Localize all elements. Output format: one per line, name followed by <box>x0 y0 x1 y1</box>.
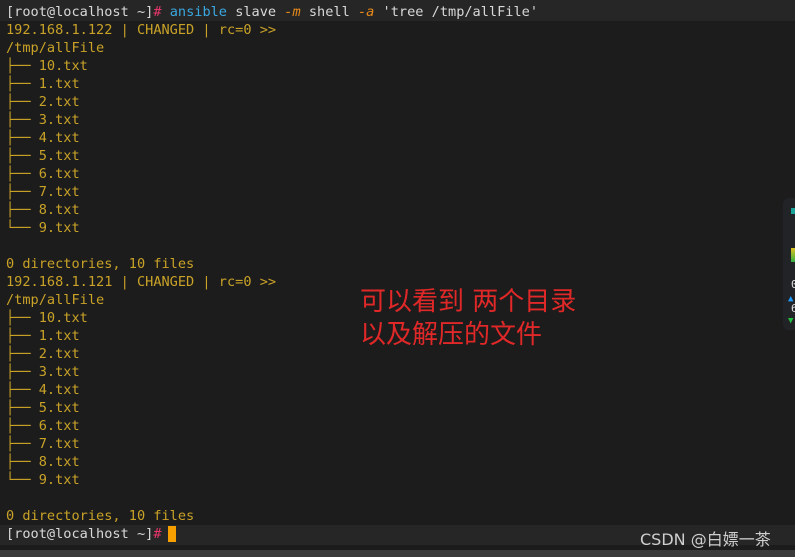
command-flag: -m <box>284 4 301 20</box>
annotation-line: 可以看到 两个目录 <box>360 287 577 317</box>
prompt-symbol: # <box>153 4 162 20</box>
tree-summary: 0 directories, 10 files <box>6 256 195 272</box>
host-result-header: 192.168.1.122 | CHANGED | rc=0 >> <box>6 22 277 38</box>
command-program: ansible <box>169 4 227 20</box>
tree-entry: └── 9.txt <box>6 220 80 236</box>
horizontal-scrollbar[interactable] <box>0 550 795 557</box>
tree-entry: ├── 3.txt <box>6 112 80 128</box>
tree-entry: ├── 5.txt <box>6 148 80 164</box>
command-line: [root@localhost ~]# ansible slave -m she… <box>0 3 795 21</box>
tree-entry: ├── 2.txt <box>6 94 80 110</box>
tree-entry: ├── 7.txt <box>6 184 80 200</box>
tree-entry: ├── 1.txt <box>6 76 80 92</box>
annotation-line: 以及解压的文件 <box>360 320 543 350</box>
side-panel[interactable]: 0 ▲ 6 ▼ <box>783 198 795 330</box>
tree-entry: ├── 8.txt <box>6 202 80 218</box>
watermark: CSDN @白嫖一茶 <box>640 530 771 549</box>
command-flag: -a <box>357 4 375 20</box>
cursor <box>167 526 176 542</box>
side-value: 6 <box>791 302 795 315</box>
tree-entry: ├── 6.txt <box>6 418 80 434</box>
tree-entry: ├── 5.txt <box>6 400 80 416</box>
tree-entry: ├── 7.txt <box>6 436 80 452</box>
prompt: [root@localhost ~] <box>6 4 154 20</box>
load-bar <box>791 248 795 262</box>
tree-entry: ├── 4.txt <box>6 130 80 146</box>
tree-entry: ├── 6.txt <box>6 166 80 182</box>
tree-root: /tmp/allFile <box>6 40 105 56</box>
prompt-symbol: # <box>153 526 162 542</box>
annotation: 可以看到 两个目录 以及解压的文件 <box>360 286 576 352</box>
arrow-down-icon: ▼ <box>788 316 794 326</box>
side-value: 0 <box>791 278 795 291</box>
tree-entry: ├── 10.txt <box>6 58 88 74</box>
terminal-output[interactable]: [root@localhost ~]# ansible slave -m she… <box>0 3 795 543</box>
prompt: [root@localhost ~] <box>6 526 154 542</box>
tree-entry: └── 9.txt <box>6 472 80 488</box>
command-arg: 'tree /tmp/allFile' <box>382 4 539 20</box>
tree-summary: 0 directories, 10 files <box>6 508 195 524</box>
status-indicator <box>791 208 795 214</box>
tree-entry: ├── 3.txt <box>6 364 80 380</box>
tree-entry: ├── 8.txt <box>6 454 80 470</box>
command-arg: slave <box>235 4 277 20</box>
tree-entry: ├── 4.txt <box>6 382 80 398</box>
command-arg: shell <box>308 4 350 20</box>
